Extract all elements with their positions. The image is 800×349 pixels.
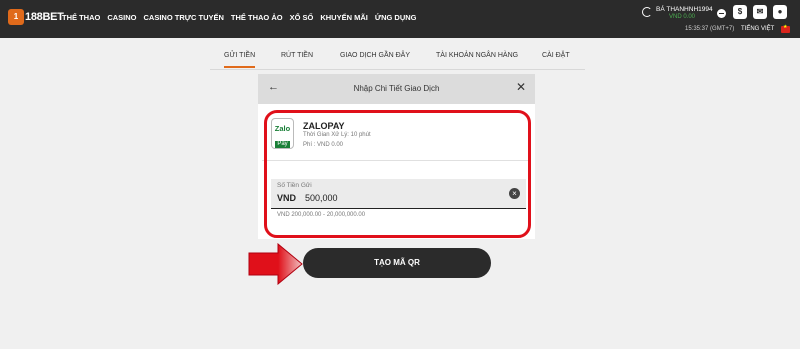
hide-balance-icon[interactable] [717, 9, 726, 18]
nav-item-sports[interactable]: THỂ THAO [62, 13, 100, 22]
user-icon[interactable]: ● [773, 5, 787, 19]
nav-item-lottery[interactable]: XỔ SỐ [290, 13, 314, 22]
top-bar: 1 188BET THỂ THAO CASINO CASINO TRỰC TUY… [0, 0, 800, 38]
tab-deposit[interactable]: GỬI TIỀN [224, 52, 256, 68]
logo[interactable]: 1 188BET [8, 9, 64, 25]
main-nav: THỂ THAO CASINO CASINO TRỰC TUYẾN THỂ TH… [62, 13, 417, 22]
tab-recent-transactions[interactable]: GIAO DỊCH GẦN ĐÂY [340, 52, 410, 59]
clock: 15:35:37 (GMT+7) [685, 26, 735, 32]
tab-bank-accounts[interactable]: TÀI KHOẢN NGÂN HÀNG [436, 52, 518, 59]
logo-mark: 1 [8, 9, 24, 25]
nav-item-promotions[interactable]: KHUYẾN MÃI [320, 13, 368, 22]
close-icon[interactable]: ✕ [516, 80, 526, 94]
pointer-arrow-icon [248, 243, 303, 285]
tab-settings[interactable]: CÀI ĐẶT [542, 52, 570, 59]
account-username: BÁ THANHNH1994 [656, 6, 713, 13]
vietnam-flag-icon[interactable] [781, 24, 790, 33]
cashier-tabs: GỬI TIỀN RÚT TIỀN GIAO DỊCH GẦN ĐÂY TÀI … [210, 48, 585, 70]
panel-header: ← Nhập Chi Tiết Giao Dịch ✕ [258, 74, 535, 104]
nav-item-apps[interactable]: ỨNG DỤNG [375, 13, 417, 22]
create-qr-button[interactable]: TẠO MÃ QR [303, 248, 491, 278]
language-selector[interactable]: TIẾNG VIỆT [741, 26, 774, 32]
nav-item-casino[interactable]: CASINO [107, 13, 136, 22]
panel-title: Nhập Chi Tiết Giao Dịch [353, 84, 440, 93]
refresh-icon[interactable] [642, 7, 652, 17]
coin-icon[interactable]: $ [733, 5, 747, 19]
highlight-outline [264, 110, 531, 238]
nav-item-virtual-sports[interactable]: THỂ THAO ẢO [231, 13, 283, 22]
mail-icon[interactable]: ✉ [753, 5, 767, 19]
nav-item-live-casino[interactable]: CASINO TRỰC TUYẾN [144, 13, 224, 22]
tab-withdraw[interactable]: RÚT TIỀN [281, 52, 313, 59]
account-balance: VND 0.00 [669, 14, 696, 20]
logo-text: 188BET [25, 11, 64, 23]
